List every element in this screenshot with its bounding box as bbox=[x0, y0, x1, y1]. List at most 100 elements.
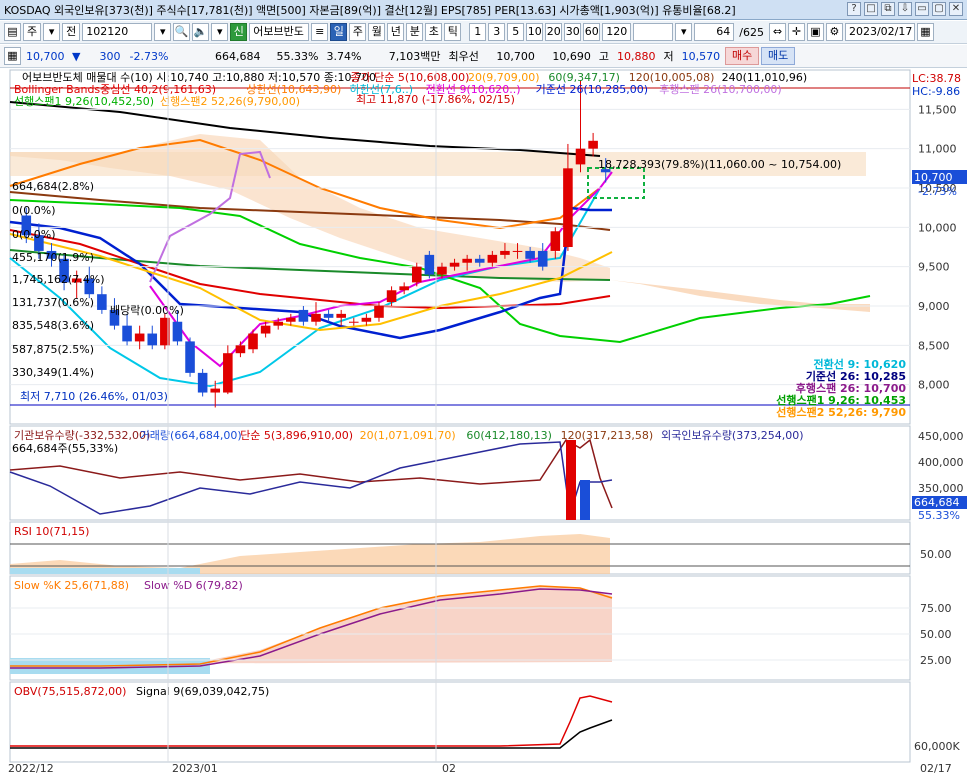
current-price: 10,700 bbox=[26, 49, 65, 63]
save-icon[interactable]: ▣ bbox=[806, 23, 824, 41]
dividend-label: 배당락(0.00%) bbox=[110, 304, 184, 317]
ask-price: 10,700 bbox=[496, 49, 535, 63]
ichimoku-label: 선행스팬2 52,26: 9,790 bbox=[776, 405, 906, 419]
volume-value: 664,684 bbox=[214, 49, 261, 63]
candle-body bbox=[512, 250, 523, 252]
volume-current-pct: 55.33% bbox=[918, 509, 960, 522]
tile-icon[interactable]: ⧉ bbox=[881, 2, 895, 16]
grid-icon[interactable]: ▦ bbox=[4, 47, 21, 65]
tab-day[interactable]: 일 bbox=[330, 23, 348, 41]
stoch-ytick-label: 25.00 bbox=[920, 654, 952, 667]
high-label: 고 bbox=[598, 50, 609, 63]
chart-area[interactable]: 8,000 8,500 9,000 9,500 10,000 10,500 11,000 11… bbox=[0, 68, 967, 776]
total-button[interactable]: 전 bbox=[62, 23, 81, 41]
candle-body bbox=[323, 313, 334, 318]
maximize-icon[interactable]: ▢ bbox=[932, 2, 946, 16]
interval-20-button[interactable]: 20 bbox=[545, 23, 563, 41]
buy-button[interactable]: 매수 bbox=[725, 47, 760, 65]
candle-body bbox=[374, 306, 384, 318]
window-buttons: ? □ ⧉ ⇩ ▭ ▢ ✕ bbox=[847, 2, 963, 16]
settings-icon[interactable]: ▤ bbox=[4, 23, 21, 41]
interval-custom-input[interactable] bbox=[633, 23, 674, 41]
interval-10-button[interactable]: 10 bbox=[526, 23, 544, 41]
interval-3-button[interactable]: 3 bbox=[488, 23, 506, 41]
price-ytick-label: 8,000 bbox=[918, 379, 950, 392]
candle-body bbox=[462, 258, 472, 263]
hc-label: HC:-9.86 bbox=[912, 85, 960, 98]
stoch-ytick-label: 50.00 bbox=[920, 628, 952, 641]
tab-year[interactable]: 년 bbox=[387, 23, 405, 41]
volume-legend-item: 거래량(664,684,00) bbox=[140, 429, 242, 442]
candle-body bbox=[361, 317, 372, 322]
tab-week[interactable]: 주 bbox=[349, 23, 367, 41]
candle-body bbox=[197, 372, 208, 393]
date-input[interactable]: 2023/02/17 bbox=[844, 23, 915, 41]
chevron-down-icon[interactable]: ▾ bbox=[43, 23, 61, 41]
tab-month[interactable]: 월 bbox=[368, 23, 386, 41]
high-price: 10,880 bbox=[616, 49, 656, 63]
interval-120-button[interactable]: 120 bbox=[602, 23, 632, 41]
low-price: 10,570 bbox=[681, 49, 721, 63]
sell-button[interactable]: 매도 bbox=[761, 47, 796, 65]
low-label: 저 bbox=[663, 50, 674, 63]
title-bar: KOSDAQ 외국인보유[373(천)] 주식수[17,781(천)] 액면[5… bbox=[0, 0, 967, 20]
close-icon[interactable]: ✕ bbox=[949, 2, 963, 16]
search-icon[interactable]: 🔍 bbox=[173, 23, 191, 41]
period-select[interactable]: 주 bbox=[23, 23, 42, 41]
count-input[interactable]: 64 bbox=[694, 23, 735, 41]
zoom-icon[interactable]: ⇔ bbox=[768, 23, 786, 41]
list-icon[interactable]: ≡ bbox=[311, 23, 329, 41]
interval-1-button[interactable]: 1 bbox=[469, 23, 487, 41]
candle-body bbox=[298, 309, 309, 322]
tab-tick[interactable]: 틱 bbox=[444, 23, 462, 41]
code-dropdown-icon[interactable]: ▾ bbox=[154, 23, 172, 41]
candle-body bbox=[349, 321, 359, 323]
candle-body bbox=[260, 325, 271, 334]
download-icon[interactable]: ⇩ bbox=[898, 2, 912, 16]
minimize-icon[interactable]: ▭ bbox=[915, 2, 929, 16]
price-ytick-label: 9,500 bbox=[918, 261, 950, 274]
speaker-dropdown-icon[interactable]: ▾ bbox=[211, 23, 229, 41]
price-change: 300 bbox=[99, 49, 121, 63]
volume-profile-label: 131,737(0.6%) bbox=[12, 296, 94, 309]
price-legend2-item: 기준선 26(10,285,00) bbox=[536, 83, 648, 96]
price-change-pct: -2.73% bbox=[129, 49, 169, 63]
restore-icon[interactable]: □ bbox=[864, 2, 878, 16]
current-change-tag-label: -2.73% bbox=[918, 185, 957, 198]
candle-body bbox=[500, 250, 510, 255]
speaker-icon[interactable]: 🔈 bbox=[192, 23, 210, 41]
candle-body bbox=[223, 353, 233, 393]
tab-minute[interactable]: 분 bbox=[406, 23, 424, 41]
tab-second[interactable]: 초 bbox=[425, 23, 443, 41]
volume-legend-item: 120(317,213,58) bbox=[561, 429, 654, 442]
interval-60-button[interactable]: 60 bbox=[583, 23, 601, 41]
stock-code-input[interactable]: 102120 bbox=[82, 23, 153, 41]
toolbar-top: ▤ 주 ▾ 전 102120 ▾ 🔍 🔈 ▾ 신 어보브반도 ≡ 일 주 월 년… bbox=[0, 21, 967, 44]
stock-chart[interactable]: 8,0008,5009,0009,50010,00010,50011,00011… bbox=[0, 68, 967, 776]
gear-icon[interactable]: ⚙ bbox=[825, 23, 843, 41]
candle-body bbox=[311, 313, 321, 322]
x-axis-label: 02 bbox=[442, 762, 456, 775]
candle-body bbox=[185, 341, 195, 373]
candle-body bbox=[399, 286, 409, 291]
stock-name-field[interactable]: 어보브반도 bbox=[249, 23, 310, 41]
calendar-icon[interactable]: ▦ bbox=[916, 23, 934, 41]
interval-30-button[interactable]: 30 bbox=[564, 23, 582, 41]
candle-body bbox=[172, 321, 183, 342]
help-icon[interactable]: ? bbox=[847, 2, 861, 16]
turnover-pct: 3.74% bbox=[326, 49, 362, 63]
crosshair-icon[interactable]: ✛ bbox=[787, 23, 805, 41]
volume-ytick-label: 400,000 bbox=[918, 456, 964, 469]
ichimoku-label: 전환선 9: 10,620 bbox=[813, 357, 906, 371]
interval-5-button[interactable]: 5 bbox=[507, 23, 525, 41]
interval-dropdown-icon[interactable]: ▾ bbox=[675, 23, 693, 41]
candle-body bbox=[386, 290, 397, 303]
obv-signal-legend: Signal 9(69,039,042,75) bbox=[136, 685, 269, 698]
bid-price: 10,690 bbox=[552, 49, 591, 63]
rsi-ytick-label: 50.00 bbox=[920, 548, 952, 561]
volume-profile-label: 0(0.0%) bbox=[12, 204, 56, 217]
volume-spike-bar-2 bbox=[580, 480, 590, 520]
volume-legend-item: 기관보유수량(-332,532,00) bbox=[14, 429, 150, 442]
volume-profile-label: 587,875(2.5%) bbox=[12, 343, 94, 356]
price-ytick-label: 10,000 bbox=[918, 221, 957, 234]
